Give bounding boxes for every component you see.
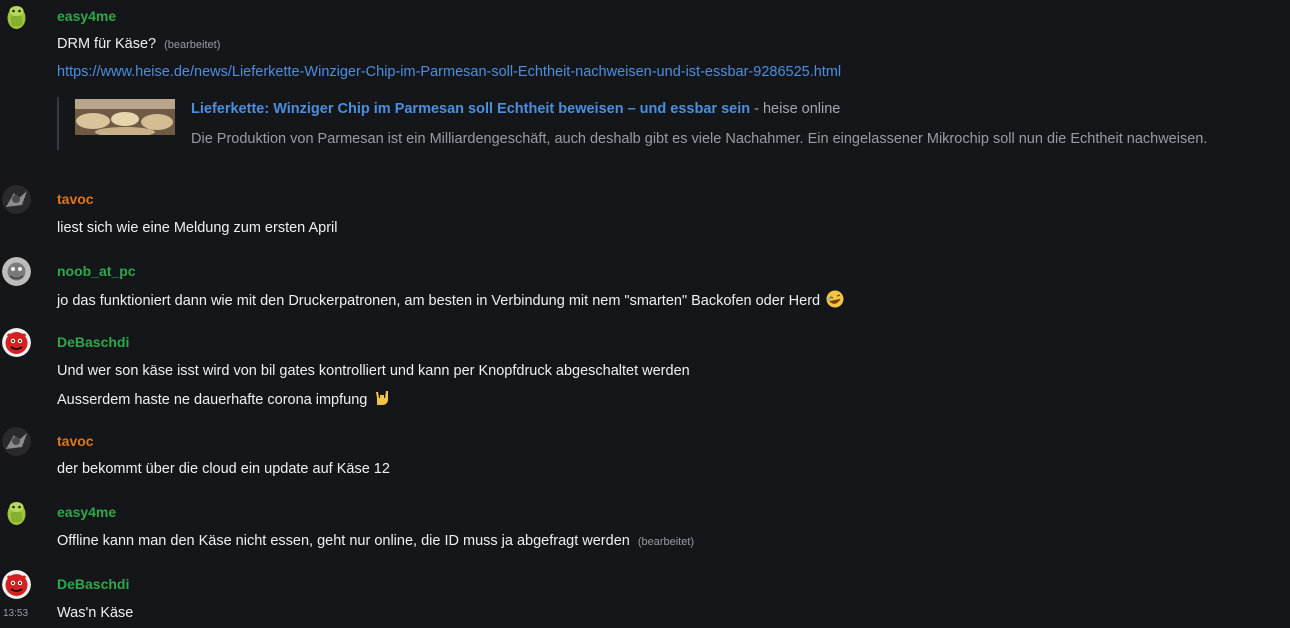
- message-body: DRM für Käse?: [57, 36, 157, 52]
- message-text: der bekommt über die cloud ein update au…: [57, 461, 390, 477]
- embed-title-link[interactable]: Lieferkette: Winziger Chip im Parmesan s…: [191, 101, 750, 117]
- edited-label: (bearbeitet): [164, 39, 221, 51]
- author-name[interactable]: easy4me: [57, 8, 116, 24]
- author-name[interactable]: tavoc: [57, 191, 94, 207]
- message-text: DRM für Käse? (bearbeitet): [57, 35, 220, 54]
- embed-title[interactable]: Lieferkette: Winziger Chip im Parmesan s…: [191, 100, 840, 118]
- author-name[interactable]: noob_at_pc: [57, 263, 136, 279]
- message-timestamp: 13:53: [3, 608, 29, 619]
- author-name[interactable]: easy4me: [57, 504, 116, 520]
- red-devil-avatar-icon[interactable]: [2, 570, 31, 599]
- embed-site-name: - heise online: [750, 101, 841, 117]
- android-avatar-icon[interactable]: [2, 2, 31, 31]
- embed-divider: [57, 97, 59, 150]
- author-name[interactable]: DeBaschdi: [57, 334, 129, 350]
- message-text: Ausserdem haste ne dauerhafte corona imp…: [57, 389, 391, 412]
- embed-description: Die Produktion von Parmesan ist ein Mill…: [191, 131, 1208, 147]
- android-avatar-icon[interactable]: [2, 498, 31, 527]
- message-text: Was'n Käse: [57, 605, 134, 621]
- edited-label: (bearbeitet): [637, 536, 695, 548]
- message-text: Und wer son käse isst wird von bil gates…: [57, 363, 690, 379]
- message-text: liest sich wie eine Meldung zum ersten A…: [57, 220, 338, 236]
- rolling-on-floor-laughing-emoji-icon: [826, 290, 844, 313]
- grey-creature-avatar-icon[interactable]: [2, 257, 31, 286]
- message-link[interactable]: https://www.heise.de/news/Lieferkette-Wi…: [57, 63, 841, 81]
- rock-hand-emoji-icon: [373, 389, 391, 412]
- embed-thumbnail-image[interactable]: [75, 99, 175, 135]
- dark-bird-avatar-icon[interactable]: [2, 427, 31, 456]
- message-body: Offline kann man den Käse nicht essen, g…: [57, 533, 630, 549]
- message-text: Offline kann man den Käse nicht essen, g…: [57, 532, 694, 551]
- red-devil-avatar-icon[interactable]: [2, 328, 31, 357]
- dark-bird-avatar-icon[interactable]: [2, 185, 31, 214]
- message-body: jo das funktioniert dann wie mit den Dru…: [57, 293, 821, 309]
- message-body: Ausserdem haste ne dauerhafte corona imp…: [57, 392, 368, 408]
- author-name[interactable]: tavoc: [57, 433, 94, 449]
- message-text: jo das funktioniert dann wie mit den Dru…: [57, 290, 844, 313]
- author-name[interactable]: DeBaschdi: [57, 576, 129, 592]
